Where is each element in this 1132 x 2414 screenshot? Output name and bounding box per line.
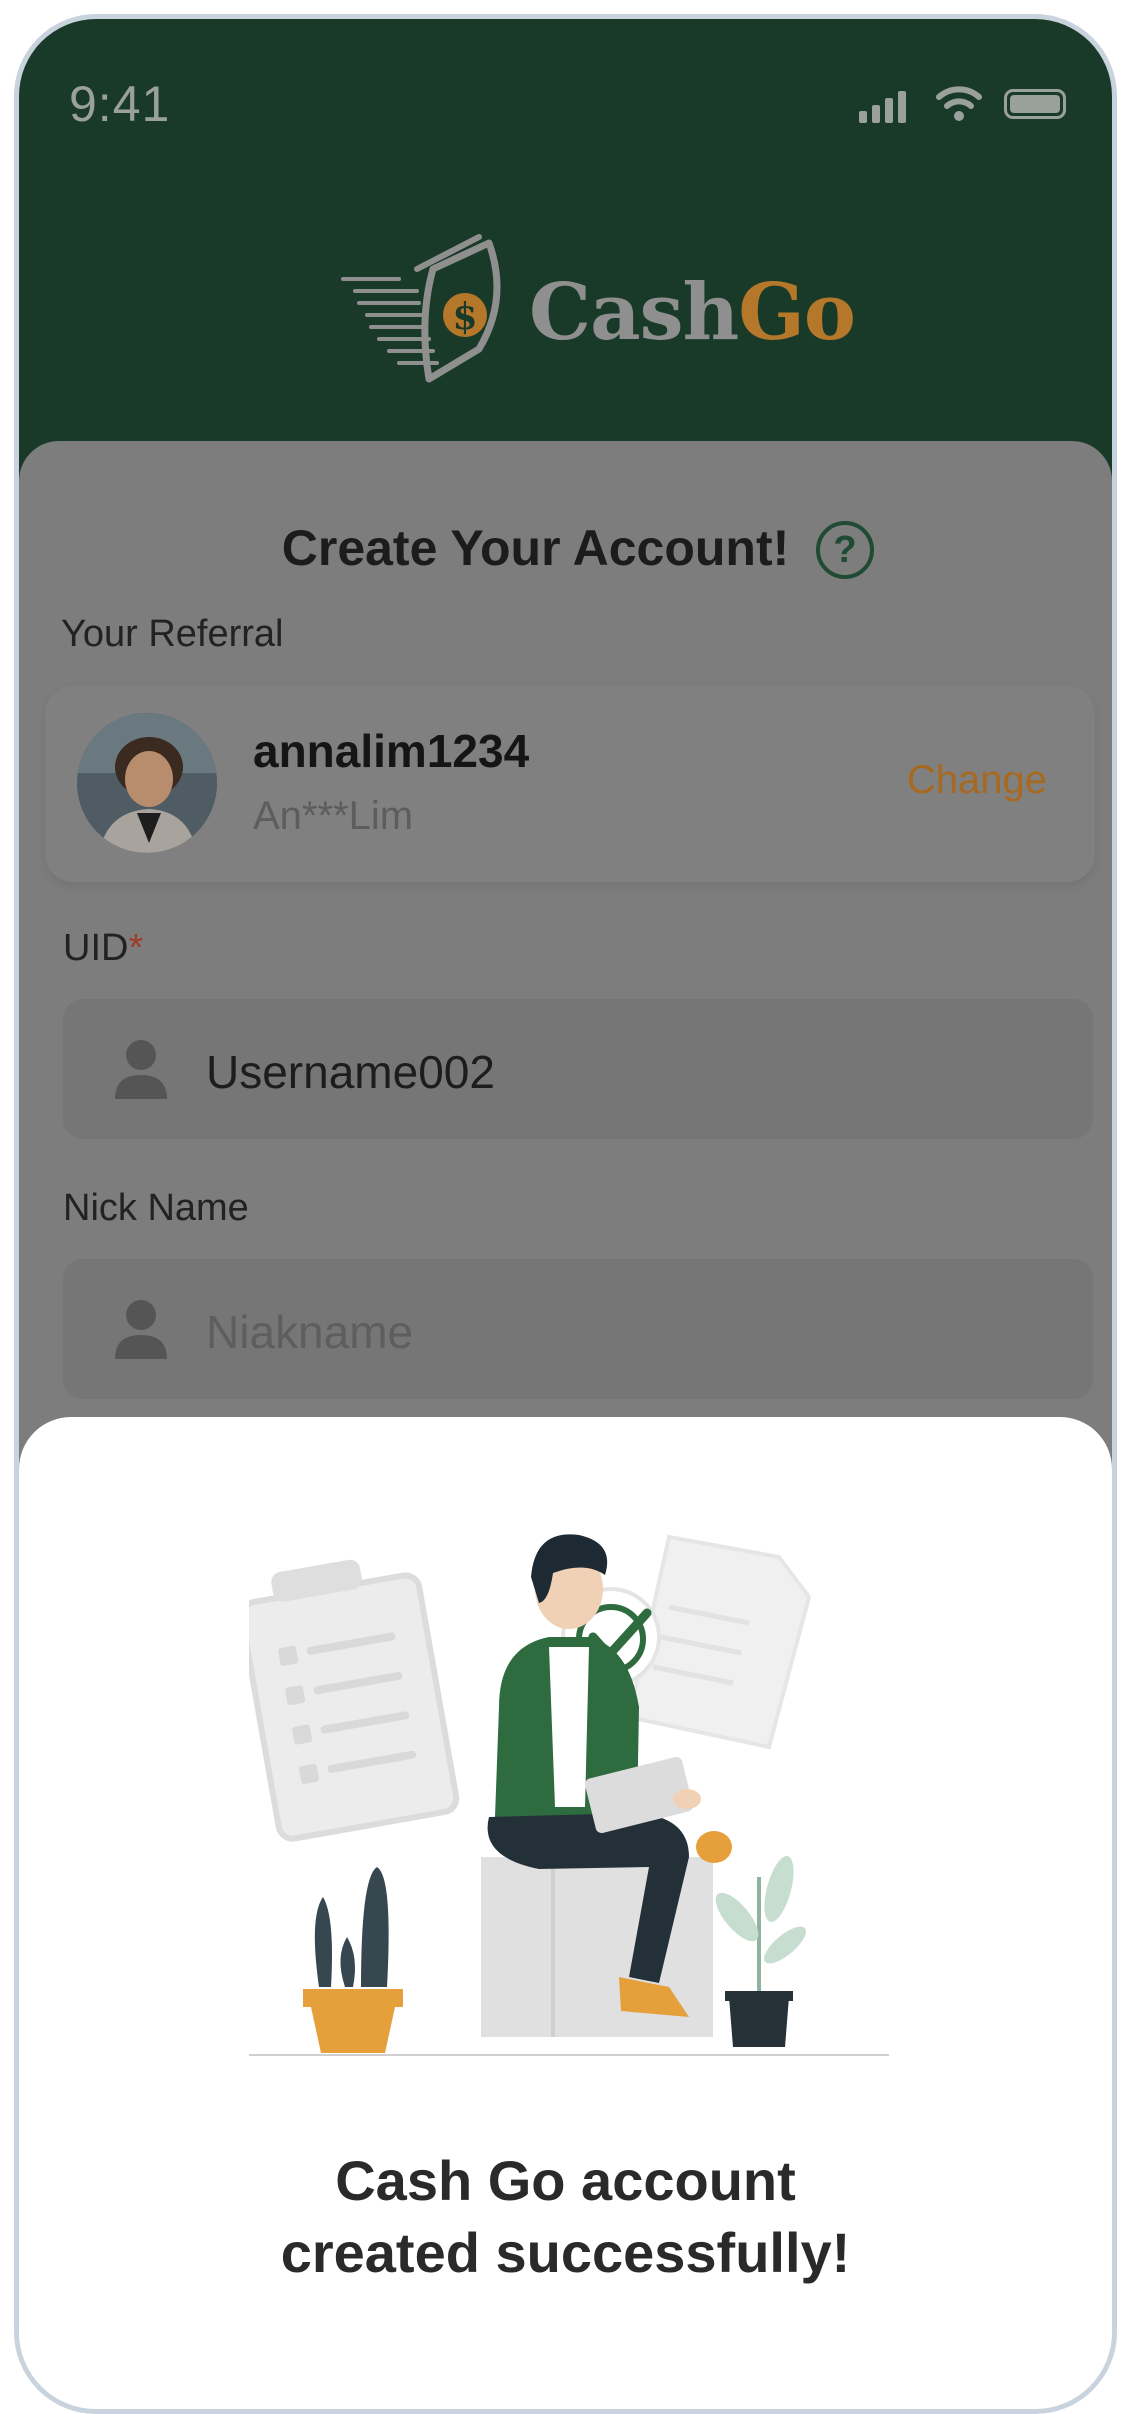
referral-username: annalim1234 [253,725,530,777]
referral-card: annalim1234 An***Lim Change [45,686,1095,882]
wifi-icon [936,86,982,121]
status-time: 9:41 [69,76,171,132]
avatar [77,713,217,853]
success-bottom-sheet: Cash Go account created successfully! [19,1417,1112,2409]
app-header: 9:41 $ CashGo [19,19,1112,489]
referral-label: Your Referral [61,613,284,655]
referral-masked-name: An***Lim [253,794,414,838]
success-message: Cash Go account created successfully! [280,2149,851,2284]
success-illustration [249,1534,889,2056]
phone-frame: 9:41 $ CashGo Create Your Account! ? You… [14,14,1117,2414]
brand-word-cash: Cash [529,267,739,358]
brand-word-go: Go [738,267,856,358]
svg-text:$: $ [452,296,477,338]
uid-value: Username002 [206,1046,495,1098]
referrer-photo [77,713,217,853]
nickname-field[interactable]: Niakname [63,1259,1093,1399]
clipboard-icon [249,1559,460,1842]
signup-card: Create Your Account! ? Your Referral ann… [19,441,1112,1541]
money-speed-icon: $ [341,234,501,383]
cactus-plant-icon [303,1867,403,2053]
nickname-label: Nick Name [63,1187,249,1229]
user-icon [115,1300,167,1359]
status-bar: 9:41 [19,19,1112,169]
help-icon[interactable]: ? [816,521,874,579]
brand-wordmark: CashGo [529,267,856,358]
uid-label: UID* [63,927,144,969]
battery-icon [1004,89,1066,119]
user-icon [115,1040,167,1099]
leaf-plant-icon [715,1856,806,2047]
signal-icon [859,91,906,123]
uid-field[interactable]: Username002 [63,999,1093,1139]
page-title: Create Your Account! [281,520,790,576]
cashgo-logo: $ CashGo [329,229,856,399]
nickname-placeholder: Niakname [206,1306,414,1358]
change-referral-button[interactable]: Change [907,758,1047,803]
required-mark: * [128,927,144,969]
